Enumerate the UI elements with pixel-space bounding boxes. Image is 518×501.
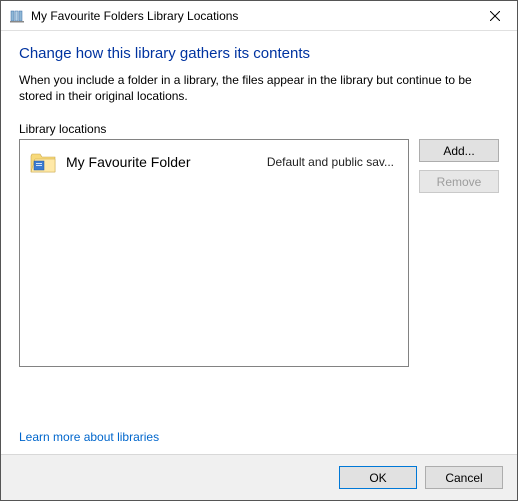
remove-button: Remove — [419, 170, 499, 193]
list-item[interactable]: My Favourite Folder Default and public s… — [24, 146, 404, 178]
add-button[interactable]: Add... — [419, 139, 499, 162]
learn-more-link[interactable]: Learn more about libraries — [19, 430, 499, 444]
window-title: My Favourite Folders Library Locations — [31, 9, 472, 23]
folder-status: Default and public sav... — [267, 155, 398, 169]
locations-label: Library locations — [19, 122, 499, 136]
folder-name: My Favourite Folder — [66, 154, 267, 170]
titlebar: My Favourite Folders Library Locations — [1, 1, 517, 31]
cancel-button[interactable]: Cancel — [425, 466, 503, 489]
ok-button[interactable]: OK — [339, 466, 417, 489]
close-button[interactable] — [472, 1, 517, 30]
content-area: Change how this library gathers its cont… — [1, 31, 517, 454]
folder-icon — [30, 150, 56, 174]
dialog-footer: OK Cancel — [1, 454, 517, 500]
page-description: When you include a folder in a library, … — [19, 72, 499, 104]
library-icon — [9, 8, 25, 24]
locations-listbox[interactable]: My Favourite Folder Default and public s… — [19, 139, 409, 367]
page-heading: Change how this library gathers its cont… — [19, 45, 499, 62]
